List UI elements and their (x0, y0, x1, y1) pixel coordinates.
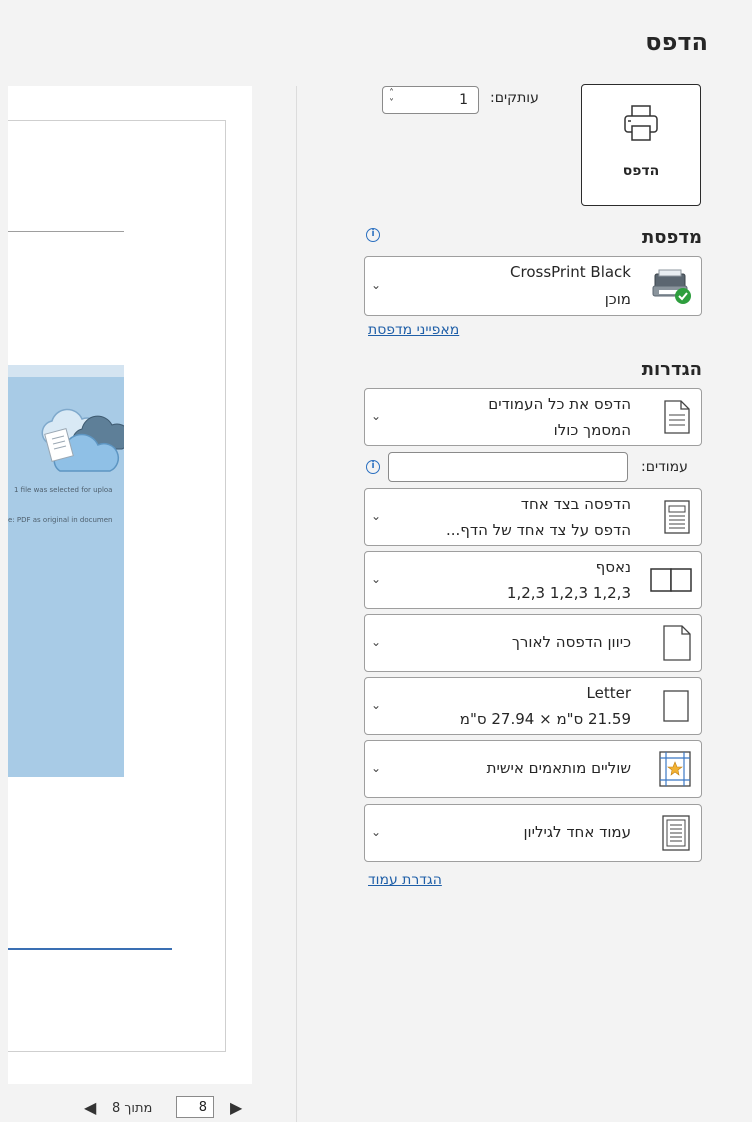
page-title: הדפס (645, 28, 708, 56)
pages-per-sheet-icon (662, 815, 690, 851)
printer-select[interactable]: ⌄ CrossPrint Black מוכן (364, 256, 702, 316)
chevron-down-icon: ⌄ (371, 409, 382, 423)
next-page-arrow-icon[interactable]: ▶ (230, 1100, 242, 1116)
sides-title: הדפסה בצד אחד (520, 495, 631, 513)
collated-icon (650, 568, 692, 592)
pages-range-desc: המסמך כולו (553, 421, 631, 439)
collate-desc: 1,2,3 1,2,3 1,2,3 (506, 584, 631, 602)
pages-input[interactable] (388, 452, 628, 482)
chevron-down-icon: ⌄ (371, 825, 382, 839)
print-preview: 1 file was selected for uploa e: PDF as … (0, 0, 296, 1122)
preview-panel-strip (8, 365, 124, 377)
printer-ready-icon (652, 269, 691, 304)
print-button[interactable]: הדפס (581, 84, 701, 206)
pages-range-select[interactable]: ⌄ הדפס את כל העמודים המסמך כולו (364, 388, 702, 446)
paper-size-title: Letter (586, 684, 631, 702)
current-page-input[interactable]: 8 (176, 1096, 214, 1118)
copies-label: עותקים: (490, 90, 539, 106)
settings-heading: הגדרות (641, 359, 702, 380)
margins-title: שוליים מותאמים אישית (486, 759, 631, 777)
printer-icon (624, 105, 658, 141)
chevron-down-icon: ⌄ (371, 761, 382, 775)
pages-label: עמודים: (641, 459, 688, 475)
copies-stepper[interactable]: ˄ ˅ 1 (382, 86, 479, 114)
chevron-down-icon: ⌄ (371, 509, 382, 523)
paper-size-desc: 21.59 ס"מ × 27.94 ס"מ (459, 710, 631, 728)
margins-select[interactable]: ⌄ שוליים מותאמים אישית (364, 740, 702, 798)
collate-select[interactable]: ⌄ נאסף 1,2,3 1,2,3 1,2,3 (364, 551, 702, 609)
chevron-down-icon: ⌄ (371, 278, 382, 292)
chevron-down-icon: ⌄ (371, 572, 382, 586)
collate-title: נאסף (595, 558, 631, 576)
pages-info-icon[interactable]: i (366, 460, 380, 474)
custom-margins-icon (659, 751, 691, 787)
sides-desc: הדפס על צד אחד של הדף... (446, 521, 631, 539)
printer-info-icon[interactable]: i (366, 228, 380, 242)
preview-blue-rule (8, 948, 172, 950)
page-count-label: מתוך 8 (112, 1101, 153, 1116)
portrait-page-icon (663, 625, 691, 661)
printer-heading: מדפסת (642, 227, 702, 248)
chevron-down-icon: ⌄ (371, 635, 382, 649)
panel-divider (296, 86, 297, 1122)
cloud-document-icon (41, 408, 124, 472)
chevron-down-icon: ⌄ (371, 698, 382, 712)
preview-upload-panel: 1 file was selected for uploa e: PDF as … (8, 365, 124, 777)
pages-per-sheet-title: עמוד אחד לגיליון (523, 823, 631, 841)
copies-value: 1 (459, 92, 468, 108)
preview-upload-format: e: PDF as original in documen (8, 516, 113, 524)
pages-per-sheet-select[interactable]: ⌄ עמוד אחד לגיליון (364, 804, 702, 862)
prev-page-arrow-icon[interactable]: ◀ (84, 1100, 96, 1116)
sides-select[interactable]: ⌄ הדפסה בצד אחד הדפס על צד אחד של הדף... (364, 488, 702, 546)
printer-properties-link[interactable]: מאפייני מדפסת (368, 322, 459, 338)
preview-upload-status: 1 file was selected for uploa (14, 486, 113, 494)
orientation-select[interactable]: ⌄ כיוון הדפסה לאורך (364, 614, 702, 672)
print-button-label: הדפס (622, 163, 660, 179)
one-sided-icon (664, 500, 690, 534)
orientation-title: כיוון הדפסה לאורך (511, 633, 631, 651)
page-setup-link[interactable]: הגדרת עמוד (368, 872, 442, 888)
pages-range-title: הדפס את כל העמודים (488, 395, 631, 413)
paper-size-icon (663, 690, 689, 722)
printer-name: CrossPrint Black (510, 263, 631, 281)
spin-arrows-icon[interactable]: ˄ ˅ (389, 89, 394, 109)
document-pages-icon (664, 400, 690, 434)
page-navigation: ◀ מתוך 8 8 ▶ (84, 1094, 254, 1122)
printer-status: מוכן (604, 290, 631, 308)
preview-rule (8, 231, 124, 232)
paper-size-select[interactable]: ⌄ Letter 21.59 ס"מ × 27.94 ס"מ (364, 677, 702, 735)
